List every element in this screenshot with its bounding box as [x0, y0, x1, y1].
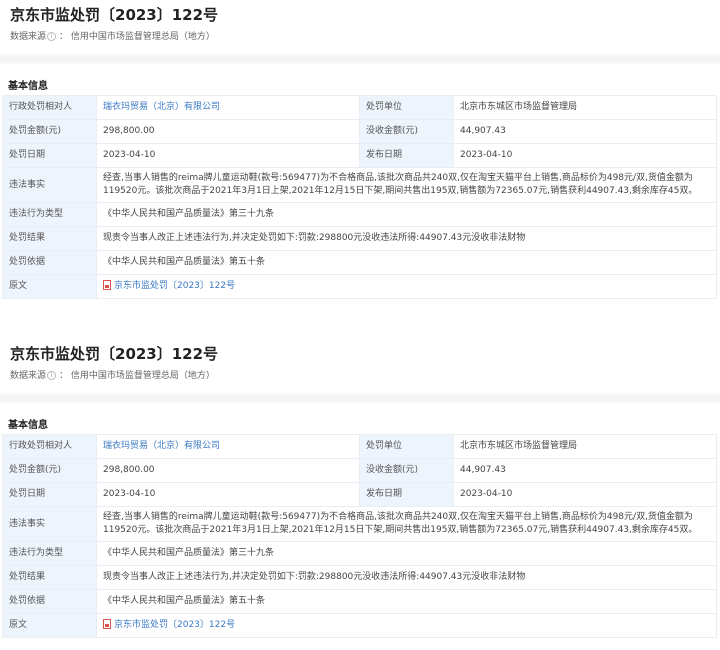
publish-value: 2023-04-10 — [453, 482, 717, 507]
original-document-link[interactable]: 京东市监处罚〔2023〕122号 — [103, 280, 236, 291]
date-value: 2023-04-10 — [96, 482, 360, 507]
confiscated-value: 44,907.43 — [453, 458, 717, 483]
result-label: 处罚结果 — [2, 226, 97, 251]
original-label: 原文 — [2, 274, 97, 299]
violation-type-value: 《中华人民共和国产品质量法》第三十九条 — [96, 541, 717, 566]
data-source-label: 数据来源 — [10, 371, 47, 381]
original-cell: 京东市监处罚〔2023〕122号 — [96, 613, 717, 638]
table-row: 处罚依据 《中华人民共和国产品质量法》第五十条 — [2, 250, 717, 275]
party-label: 行政处罚相对人 — [2, 95, 97, 120]
table-row: 原文 京东市监处罚〔2023〕122号 — [2, 274, 717, 299]
violation-type-label: 违法行为类型 — [2, 541, 97, 566]
publish-label: 发布日期 — [359, 143, 454, 168]
facts-value: 经查,当事人销售的reima牌儿童运动鞋(款号:569477)为不合格商品,该批… — [96, 506, 717, 542]
info-icon[interactable]: i — [47, 371, 57, 380]
publish-value: 2023-04-10 — [453, 143, 717, 168]
table-row: 处罚依据 《中华人民共和国产品质量法》第五十条 — [2, 589, 717, 614]
unit-label: 处罚单位 — [359, 95, 454, 120]
violation-type-value: 《中华人民共和国产品质量法》第三十九条 — [96, 202, 717, 227]
table-row: 行政处罚相对人 瑞衣玛贸易（北京）有限公司 处罚单位 北京市东城区市场监督管理局 — [2, 434, 717, 459]
table-row: 处罚日期 2023-04-10 发布日期 2023-04-10 — [2, 143, 717, 168]
date-label: 处罚日期 — [2, 143, 97, 168]
party-cell: 瑞衣玛贸易（北京）有限公司 — [96, 434, 360, 459]
info-icon[interactable]: i — [47, 32, 57, 41]
basis-label: 处罚依据 — [2, 250, 97, 275]
original-label: 原文 — [2, 613, 97, 638]
basis-value: 《中华人民共和国产品质量法》第五十条 — [96, 589, 717, 614]
original-document-link[interactable]: 京东市监处罚〔2023〕122号 — [103, 619, 236, 630]
amount-label: 处罚金额(元) — [2, 458, 97, 483]
basic-info-table: 行政处罚相对人 瑞衣玛贸易（北京）有限公司 处罚单位 北京市东城区市场监督管理局… — [2, 95, 717, 299]
table-row: 违法行为类型 《中华人民共和国产品质量法》第三十九条 — [2, 202, 717, 227]
table-row: 处罚结果 现责令当事人改正上述违法行为,并决定处罚如下:罚款:298800元没收… — [2, 565, 717, 590]
data-source: 数据来源 i： 信用中国市场监督管理总局（地方） — [10, 32, 215, 42]
party-cell: 瑞衣玛贸易（北京）有限公司 — [96, 95, 360, 120]
data-source-label: 数据来源 — [10, 32, 47, 42]
original-document-label: 京东市监处罚〔2023〕122号 — [114, 281, 236, 291]
confiscated-label: 没收金额(元) — [359, 458, 454, 483]
section-divider — [0, 391, 720, 404]
table-row: 原文 京东市监处罚〔2023〕122号 — [2, 613, 717, 638]
table-row: 违法事实 经查,当事人销售的reima牌儿童运动鞋(款号:569477)为不合格… — [2, 506, 717, 542]
facts-label: 违法事实 — [2, 506, 97, 542]
unit-value: 北京市东城区市场监督管理局 — [453, 434, 717, 459]
section-title: 基本信息 — [8, 420, 48, 431]
data-source: 数据来源 i： 信用中国市场监督管理总局（地方） — [10, 371, 215, 381]
facts-label: 违法事实 — [2, 167, 97, 203]
pdf-icon — [103, 619, 111, 629]
party-label: 行政处罚相对人 — [2, 434, 97, 459]
table-row: 处罚金额(元) 298,800.00 没收金额(元) 44,907.43 — [2, 119, 717, 144]
party-link[interactable]: 瑞衣玛贸易（北京）有限公司 — [103, 102, 220, 112]
amount-label: 处罚金额(元) — [2, 119, 97, 144]
date-value: 2023-04-10 — [96, 143, 360, 168]
basis-label: 处罚依据 — [2, 589, 97, 614]
original-document-label: 京东市监处罚〔2023〕122号 — [114, 620, 236, 630]
amount-value: 298,800.00 — [96, 458, 360, 483]
result-value: 现责令当事人改正上述违法行为,并决定处罚如下:罚款:298800元没收违法所得:… — [96, 565, 717, 590]
table-row: 违法事实 经查,当事人销售的reima牌儿童运动鞋(款号:569477)为不合格… — [2, 167, 717, 203]
table-row: 处罚结果 现责令当事人改正上述违法行为,并决定处罚如下:罚款:298800元没收… — [2, 226, 717, 251]
facts-value: 经查,当事人销售的reima牌儿童运动鞋(款号:569477)为不合格商品,该批… — [96, 167, 717, 203]
unit-label: 处罚单位 — [359, 434, 454, 459]
date-label: 处罚日期 — [2, 482, 97, 507]
table-row: 处罚日期 2023-04-10 发布日期 2023-04-10 — [2, 482, 717, 507]
basis-value: 《中华人民共和国产品质量法》第五十条 — [96, 250, 717, 275]
confiscated-label: 没收金额(元) — [359, 119, 454, 144]
basic-info-table: 行政处罚相对人 瑞衣玛贸易（北京）有限公司 处罚单位 北京市东城区市场监督管理局… — [2, 434, 717, 638]
amount-value: 298,800.00 — [96, 119, 360, 144]
result-value: 现责令当事人改正上述违法行为,并决定处罚如下:罚款:298800元没收违法所得:… — [96, 226, 717, 251]
table-row: 行政处罚相对人 瑞衣玛贸易（北京）有限公司 处罚单位 北京市东城区市场监督管理局 — [2, 95, 717, 120]
section-title: 基本信息 — [8, 81, 48, 92]
unit-value: 北京市东城区市场监督管理局 — [453, 95, 717, 120]
table-row: 处罚金额(元) 298,800.00 没收金额(元) 44,907.43 — [2, 458, 717, 483]
section-divider — [0, 52, 720, 65]
data-source-value: 信用中国市场监督管理总局（地方） — [70, 32, 215, 42]
violation-type-label: 违法行为类型 — [2, 202, 97, 227]
result-label: 处罚结果 — [2, 565, 97, 590]
table-row: 违法行为类型 《中华人民共和国产品质量法》第三十九条 — [2, 541, 717, 566]
original-cell: 京东市监处罚〔2023〕122号 — [96, 274, 717, 299]
data-source-value: 信用中国市场监督管理总局（地方） — [70, 371, 215, 381]
confiscated-value: 44,907.43 — [453, 119, 717, 144]
record-title: 京东市监处罚〔2023〕122号 — [10, 345, 219, 363]
party-link[interactable]: 瑞衣玛贸易（北京）有限公司 — [103, 441, 220, 451]
publish-label: 发布日期 — [359, 482, 454, 507]
pdf-icon — [103, 280, 111, 290]
record-title: 京东市监处罚〔2023〕122号 — [10, 6, 219, 24]
